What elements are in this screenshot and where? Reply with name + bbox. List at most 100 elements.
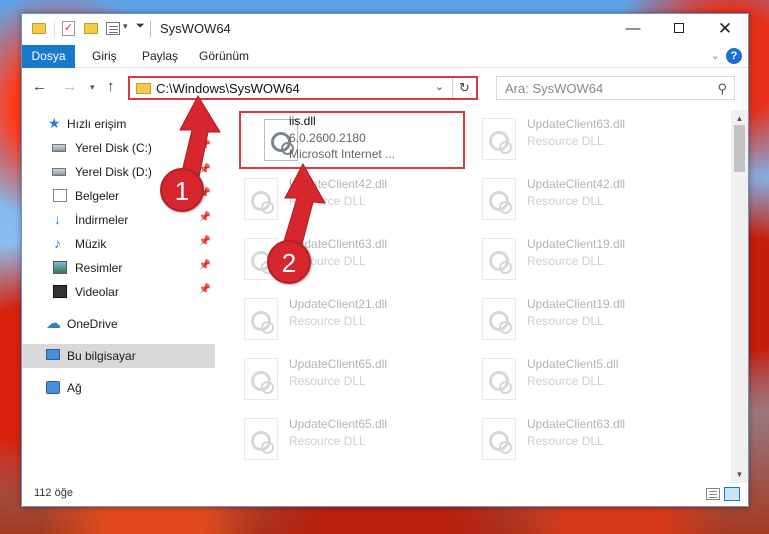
dll-file-icon [482, 298, 516, 340]
title-bar: ✓ ▾ ⏷ SysWOW64 — ✕ [22, 14, 748, 44]
properties-icon[interactable]: ✓ [62, 21, 75, 36]
sidebar-item-this-pc[interactable]: Bu bilgisayar [22, 344, 215, 368]
vertical-scrollbar[interactable]: ▲ ▼ [731, 110, 748, 483]
file-description: Resource DLL [527, 134, 604, 148]
file-tile[interactable]: UpdateClient63.dll Resource DLL [219, 230, 449, 288]
file-tile[interactable]: UpdateClient63.dll Resource DLL [457, 110, 687, 168]
window-title: SysWOW64 [160, 21, 231, 36]
maximize-button[interactable] [656, 14, 702, 44]
file-tile[interactable]: UpdateClient63.dll Resource DLL [457, 410, 687, 468]
file-description: Resource DLL [527, 194, 604, 208]
sidebar-item-quick-access[interactable]: ★ Hızlı erişim [22, 112, 215, 136]
pictures-icon [53, 261, 67, 274]
drive-icon [52, 144, 66, 152]
dll-file-icon [244, 298, 278, 340]
sidebar-item-label: Videolar [75, 285, 119, 299]
sidebar-item-network[interactable]: Ağ [22, 376, 215, 400]
dll-file-icon [482, 238, 516, 280]
toolbar-separator [54, 21, 55, 37]
tab-home[interactable]: Giriş [82, 45, 127, 68]
cloud-icon: ☁ [46, 315, 61, 332]
file-name: UpdateClient21.dll [289, 297, 388, 311]
scroll-down-button[interactable]: ▼ [731, 466, 748, 483]
up-button[interactable]: ↑ [107, 78, 115, 95]
sidebar-item-onedrive[interactable]: ☁ OneDrive [22, 312, 215, 336]
item-count: 112 öğe [34, 487, 73, 499]
ribbon-tabs: Dosya Giriş Paylaş Görünüm ⌄ ? [22, 45, 748, 68]
pin-icon[interactable]: 📌 [199, 164, 211, 175]
file-tile[interactable]: UpdateClient42.dll Resource DLL [457, 170, 687, 228]
view-icon[interactable] [106, 22, 120, 35]
tab-file[interactable]: Dosya [22, 45, 75, 68]
file-name: UpdateClient65.dll [289, 357, 388, 371]
music-icon: ♪ [54, 235, 61, 251]
tab-view[interactable]: Görünüm [189, 45, 259, 68]
sidebar-item-pictures[interactable]: Resimler 📌 [22, 256, 215, 280]
sidebar-item-disk-c[interactable]: Yerel Disk (C:) 📌 [22, 136, 215, 160]
recent-locations-button[interactable]: ▾ [90, 82, 95, 93]
dll-file-icon [244, 178, 278, 220]
title-separator [150, 21, 151, 37]
folder-icon [136, 83, 151, 94]
sidebar-item-label: Belgeler [75, 189, 120, 203]
customize-toolbar-icon[interactable]: ⏷ [136, 20, 145, 36]
file-name: UpdateClient65.dll [289, 417, 388, 431]
file-description: Resource DLL [289, 194, 366, 208]
sidebar-item-label: Ağ [67, 381, 82, 395]
documents-icon [53, 189, 67, 202]
dll-file-icon [482, 178, 516, 220]
file-tile[interactable]: UpdateClient21.dll Resource DLL [219, 290, 449, 348]
scrollbar-thumb[interactable] [734, 125, 745, 172]
computer-icon [46, 349, 60, 360]
details-view-icon[interactable] [706, 488, 720, 500]
pin-icon[interactable]: 📌 [199, 260, 211, 271]
file-tile-iis-dll[interactable]: iis.dll 6.0.2600.2180 Microsoft Internet… [239, 111, 465, 169]
search-icon[interactable]: ⚲ [717, 81, 727, 97]
file-tile[interactable]: UpdateClient65.dll Resource DLL [219, 410, 449, 468]
help-icon[interactable]: ? [726, 48, 742, 64]
minimize-button[interactable]: — [610, 14, 656, 44]
folder-icon [32, 23, 46, 34]
search-box[interactable]: Ara: SysWOW64 ⚲ [496, 76, 735, 100]
file-description: Resource DLL [527, 314, 604, 328]
sidebar-item-label: Müzik [75, 237, 107, 251]
chevron-down-icon[interactable]: ▾ [123, 21, 128, 37]
file-description: Resource DLL [289, 314, 366, 328]
pin-icon[interactable]: 📌 [199, 236, 211, 247]
forward-button[interactable]: → [62, 78, 77, 95]
new-folder-icon[interactable] [84, 23, 98, 34]
expand-ribbon-icon[interactable]: ⌄ [711, 49, 720, 62]
file-description: Resource DLL [289, 374, 366, 388]
sidebar-item-label: Hızlı erişim [67, 117, 127, 131]
file-tile[interactable]: UpdateClient42.dll Resource DLL [219, 170, 449, 228]
file-version: 6.0.2600.2180 [289, 131, 366, 145]
sidebar-item-music[interactable]: ♪ Müzik 📌 [22, 232, 215, 256]
dll-file-icon [482, 118, 516, 160]
close-button[interactable]: ✕ [702, 14, 748, 44]
status-bar: 112 öğe [22, 482, 748, 506]
dll-file-icon [482, 358, 516, 400]
chevron-down-icon[interactable]: ⌄ [435, 80, 444, 93]
pin-icon[interactable]: 📌 [199, 140, 211, 151]
sidebar-item-label: Yerel Disk (D:) [75, 165, 152, 179]
annotation-badge-1: 1 [160, 168, 204, 212]
sidebar-item-videos[interactable]: Videolar 📌 [22, 280, 215, 304]
file-description: Resource DLL [527, 374, 604, 388]
sidebar-item-label: Yerel Disk (C:) [75, 141, 152, 155]
tab-share[interactable]: Paylaş [132, 45, 188, 68]
file-tile[interactable]: UpdateClient19.dll Resource DLL [457, 290, 687, 348]
file-name: UpdateClient19.dll [527, 237, 626, 251]
dll-file-icon [244, 418, 278, 460]
file-description: Resource DLL [527, 434, 604, 448]
file-tile[interactable]: UpdateClient5.dll Resource DLL [457, 350, 687, 408]
refresh-button[interactable]: ↻ [452, 78, 476, 98]
address-bar[interactable]: C:\Windows\SysWOW64 ⌄ ↻ [128, 76, 478, 100]
file-tile[interactable]: UpdateClient65.dll Resource DLL [219, 350, 449, 408]
pin-icon[interactable]: 📌 [199, 212, 211, 223]
file-tile[interactable]: UpdateClient19.dll Resource DLL [457, 230, 687, 288]
file-description: Resource DLL [527, 254, 604, 268]
back-button[interactable]: ← [32, 78, 47, 95]
address-text[interactable]: C:\Windows\SysWOW64 [156, 81, 300, 96]
large-icons-view-icon[interactable] [724, 487, 740, 501]
pin-icon[interactable]: 📌 [199, 284, 211, 295]
